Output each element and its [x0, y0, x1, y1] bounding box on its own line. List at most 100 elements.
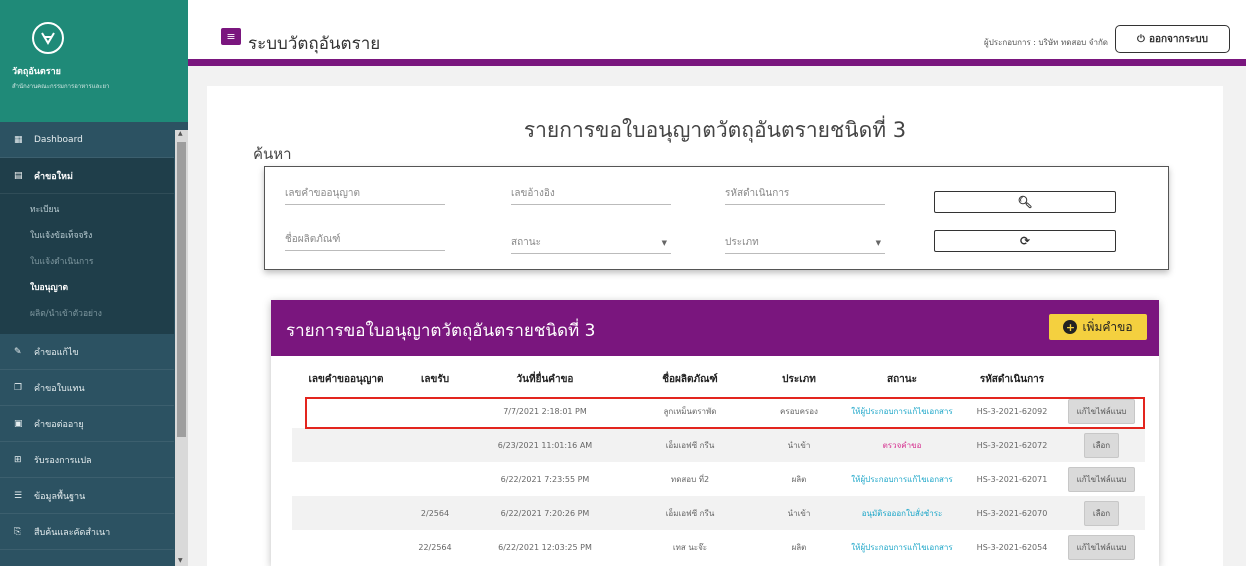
- sidebar-item-renewal[interactable]: ▣ คำขอต่ออายุ: [0, 406, 174, 442]
- col-submit-date: วันที่ยื่นคำขอ: [516, 373, 574, 385]
- sidebar-item-label: คำขอใบแทน: [34, 383, 85, 394]
- select-button[interactable]: เลือก: [1083, 432, 1120, 458]
- col-receive-no: เลขรับ: [420, 373, 450, 385]
- app-title: ระบบวัตถุอันตราย: [248, 34, 381, 54]
- chevron-down-icon: ▼: [661, 238, 667, 247]
- type-select-value: ประเภท: [725, 237, 759, 248]
- add-request-label: เพิ่มคำขอ: [1082, 319, 1133, 334]
- col-product-name: ชื่อผลิตภัณฑ์: [662, 373, 718, 385]
- sidebar-item-label: คำขอแก้ไข: [34, 347, 79, 358]
- org-subtitle: สำนักงานคณะกรรมการอาหารและยา: [12, 83, 110, 90]
- logo-icon: [32, 22, 64, 54]
- operation-code-field[interactable]: รหัสดำเนินการ: [725, 183, 885, 205]
- menu-toggle-button[interactable]: ≡: [221, 28, 241, 45]
- cell-receive-no: [400, 462, 470, 496]
- top-bar: ≡ ระบบวัตถุอันตราย ผู้ประกอบการ : บริษัท…: [188, 0, 1246, 66]
- cell-request-no: [292, 462, 400, 496]
- refresh-icon: ⟳: [1019, 234, 1031, 248]
- scrollbar-thumb[interactable]: [177, 142, 186, 437]
- plus-circle-icon: +: [1063, 320, 1078, 334]
- copy-icon: ❐: [14, 382, 23, 393]
- cell-status: ให้ผู้ประกอบการแก้ไขเอกสาร: [851, 542, 953, 552]
- sidebar-item-label: คำขอต่ออายุ: [34, 419, 84, 430]
- sidebar-item-label: รับรองการแปล: [34, 455, 92, 466]
- sidebar-scrollbar[interactable]: ▲ ▼: [175, 130, 188, 566]
- document-icon: ▤: [14, 170, 23, 181]
- org-name: วัตถุอันตราย: [12, 67, 61, 77]
- cell-type: ครอบครอง: [780, 406, 818, 416]
- search-copy-icon: ⎘: [14, 526, 22, 537]
- product-name-placeholder: ชื่อผลิตภัณฑ์: [285, 234, 341, 245]
- cell-operation-code: HS-3-2021-62092: [976, 406, 1048, 416]
- search-icon: 🔍︎: [1017, 195, 1033, 209]
- edit-attachment-button[interactable]: แก้ไขไฟล์แนบ: [1067, 534, 1136, 560]
- sidebar-subitem-license[interactable]: ใบอนุญาต: [0, 274, 174, 300]
- table-header-row: เลขคำขออนุญาต เลขรับ วันที่ยื่นคำขอ ชื่อ…: [292, 364, 1145, 394]
- card-title: รายการขอใบอนุญาตวัตถุอันตรายชนิดที่ 3: [286, 321, 596, 341]
- renew-icon: ▣: [14, 418, 23, 429]
- sidebar-item-dashboard[interactable]: ▦ Dashboard: [0, 122, 174, 158]
- cell-submit-date: 6/22/2021 12:03:25 PM: [498, 542, 592, 552]
- cell-type: ผลิต: [791, 474, 807, 484]
- request-table: เลขคำขออนุญาต เลขรับ วันที่ยื่นคำขอ ชื่อ…: [292, 364, 1145, 564]
- sidebar-item-master-data[interactable]: ☰ ข้อมูลพื้นฐาน: [0, 478, 174, 514]
- cell-request-no: [292, 530, 400, 564]
- sidebar-subitem-operation-notice[interactable]: ใบแจ้งดำเนินการ: [0, 248, 174, 274]
- hamburger-icon: ≡: [226, 30, 236, 43]
- request-no-field[interactable]: เลขคำขออนุญาต: [285, 183, 445, 205]
- product-name-field[interactable]: ชื่อผลิตภัณฑ์: [285, 229, 445, 251]
- status-select[interactable]: สถานะ ▼: [511, 232, 671, 254]
- sidebar-item-new-request[interactable]: ▤ คำขอใหม่: [0, 158, 174, 194]
- search-button[interactable]: 🔍︎: [934, 191, 1116, 213]
- reset-button[interactable]: ⟳: [934, 230, 1116, 252]
- cell-action: เลือก: [1058, 428, 1145, 462]
- cell-product-name: เทส นะจ๊ะ: [672, 542, 708, 552]
- brand: วัตถุอันตราย สำนักงานคณะกรรมการอาหารและย…: [0, 0, 188, 122]
- chevron-down-icon: ▼: [875, 238, 881, 247]
- cell-receive-no: [400, 428, 470, 462]
- type-select[interactable]: ประเภท ▼: [725, 232, 885, 254]
- sidebar-item-label: คำขอใหม่: [34, 171, 73, 182]
- cell-action: เลือก: [1058, 496, 1145, 530]
- sidebar-item-translation[interactable]: ⊞ รับรองการแปล: [0, 442, 174, 478]
- select-button[interactable]: เลือก: [1083, 500, 1120, 526]
- cell-request-no: [292, 428, 400, 462]
- status-select-value: สถานะ: [511, 237, 541, 248]
- sidebar-nav: ▦ Dashboard ▤ คำขอใหม่ ทะเบียน ใบแจ้งข้อ…: [0, 122, 174, 550]
- sidebar-submenu: ทะเบียน ใบแจ้งข้อเท็จจริง ใบแจ้งดำเนินกา…: [0, 194, 174, 334]
- sidebar-item-replacement[interactable]: ❐ คำขอใบแทน: [0, 370, 174, 406]
- sidebar-item-search-copy[interactable]: ⎘ สืบค้นและคัดสำเนา: [0, 514, 174, 550]
- logout-button[interactable]: ⏻ ออกจากระบบ: [1115, 25, 1230, 53]
- translate-icon: ⊞: [14, 454, 22, 465]
- col-action: [1058, 364, 1145, 394]
- reference-no-field[interactable]: เลขอ้างอิง: [511, 183, 671, 205]
- cell-product-name: เอ็มเอฟซี กรีน: [620, 496, 760, 530]
- scroll-up-icon[interactable]: ▲: [178, 130, 183, 137]
- table-row: 2/2564 6/22/2021 7:20:26 PM เอ็มเอฟซี กร…: [292, 496, 1145, 530]
- cell-request-no: [292, 496, 400, 530]
- sidebar-subitem-registration[interactable]: ทะเบียน: [0, 196, 174, 222]
- sidebar-item-edit-request[interactable]: ✎ คำขอแก้ไข: [0, 334, 174, 370]
- col-status: สถานะ: [887, 373, 917, 385]
- grid-icon: ▦: [14, 134, 23, 145]
- cell-submit-date: 7/7/2021 2:18:01 PM: [503, 406, 587, 416]
- cell-receive-no: 2/2564: [400, 496, 470, 530]
- sidebar-subitem-fact-notice[interactable]: ใบแจ้งข้อเท็จจริง: [0, 222, 174, 248]
- cell-request-no: [292, 394, 400, 428]
- edit-attachment-button[interactable]: แก้ไขไฟล์แนบ: [1067, 398, 1136, 424]
- list-icon: ☰: [14, 490, 23, 501]
- add-request-button[interactable]: + เพิ่มคำขอ: [1049, 314, 1147, 340]
- scroll-down-icon[interactable]: ▼: [178, 557, 183, 564]
- cell-action: แก้ไขไฟล์แนบ: [1058, 530, 1145, 564]
- cell-action: แก้ไขไฟล์แนบ: [1058, 394, 1145, 428]
- edit-attachment-button[interactable]: แก้ไขไฟล์แนบ: [1067, 466, 1136, 492]
- cell-receive-no: [400, 394, 470, 428]
- sidebar-subitem-sample[interactable]: ผลิต/นำเข้าตัวอย่าง: [0, 300, 174, 326]
- cell-type: ผลิต: [791, 542, 807, 552]
- col-operation-code: รหัสดำเนินการ: [979, 373, 1045, 385]
- cell-receive-no: 22/2564: [418, 542, 452, 552]
- table-row: 22/2564 6/22/2021 12:03:25 PM เทส นะจ๊ะ …: [292, 530, 1145, 564]
- cell-product-name: ลูกเหม็นตราพัด: [663, 406, 717, 416]
- logout-label: ออกจากระบบ: [1148, 33, 1208, 45]
- power-icon: ⏻: [1137, 33, 1145, 45]
